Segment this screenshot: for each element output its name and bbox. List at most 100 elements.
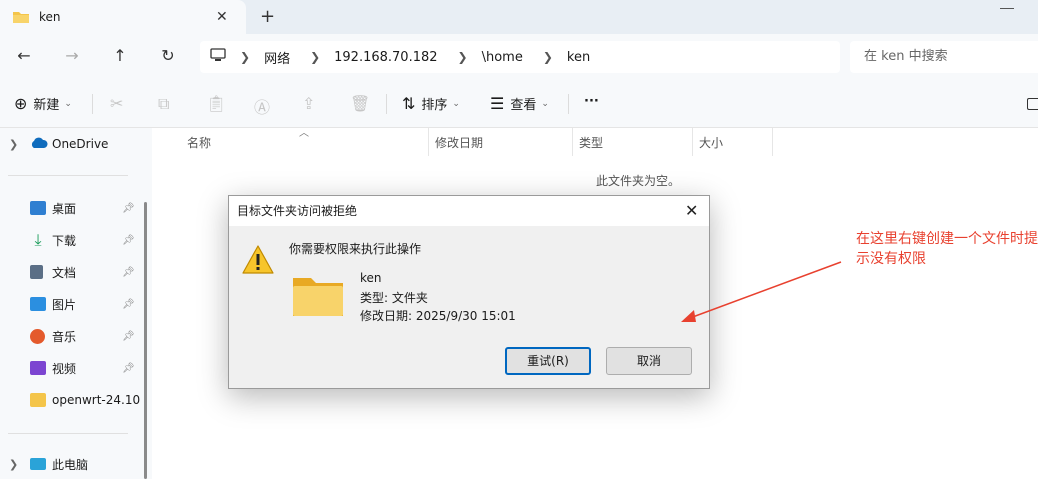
- minimize-icon[interactable]: [1000, 8, 1014, 9]
- search-input[interactable]: 在 ken 中搜索: [850, 41, 1038, 73]
- view-button[interactable]: ☰ 查看 ⌄: [490, 94, 549, 113]
- sidebar-item-downloads[interactable]: ⤓ 下载 📌︎: [0, 229, 150, 251]
- folder-modified-date: 修改日期: 2025/9/30 15:01: [360, 309, 516, 323]
- pin-icon[interactable]: 📌︎: [122, 331, 135, 342]
- pictures-icon: [30, 297, 46, 311]
- chevron-right-icon: ❯: [9, 137, 19, 151]
- document-icon: [30, 265, 43, 279]
- pin-icon[interactable]: 📌︎: [122, 299, 135, 310]
- new-label: 新建: [33, 98, 60, 113]
- folder-icon: [12, 10, 30, 24]
- cancel-button[interactable]: 取消: [606, 347, 692, 375]
- computer-icon: [30, 458, 46, 470]
- retry-button[interactable]: 重试(R): [505, 347, 591, 375]
- chevron-right-icon: ❯: [542, 50, 553, 64]
- scissors-icon: ✂: [110, 94, 124, 113]
- breadcrumb-ken[interactable]: ken: [567, 50, 590, 65]
- folder-icon: [291, 274, 345, 321]
- chevron-down-icon: ⌄: [541, 98, 549, 109]
- close-icon[interactable]: ✕: [216, 9, 228, 25]
- pin-icon[interactable]: 📌︎: [122, 267, 135, 278]
- divider: [568, 94, 569, 114]
- cloud-icon: [30, 137, 48, 151]
- chevron-right-icon: ❯: [310, 50, 321, 64]
- computer-icon: [210, 48, 226, 66]
- forward-button[interactable]: →: [62, 46, 82, 65]
- sort-label: 排序: [421, 98, 448, 113]
- chevron-down-icon: ⌄: [64, 98, 72, 109]
- pin-icon[interactable]: 📌︎: [122, 363, 135, 374]
- copy-icon: ⧉: [158, 94, 170, 113]
- column-header-date[interactable]: 修改日期: [435, 128, 483, 156]
- sort-button[interactable]: ⇅ 排序 ⌄: [402, 94, 460, 113]
- divider: [8, 175, 128, 176]
- share-icon: ⇪: [302, 94, 316, 113]
- sidebar-item-label: 桌面: [52, 201, 77, 216]
- breadcrumb-network[interactable]: 网络: [264, 48, 290, 67]
- title-bar: ken ✕ +: [0, 0, 1038, 34]
- sidebar-item-label: 文档: [52, 265, 77, 280]
- sort-ascending-icon: ︿: [299, 128, 309, 139]
- pin-icon[interactable]: 📌︎: [122, 203, 135, 214]
- cut-button[interactable]: ✂: [110, 94, 129, 113]
- delete-button[interactable]: 🗑︎: [350, 94, 376, 113]
- sidebar-item-pictures[interactable]: 图片 📌︎: [0, 293, 150, 315]
- annotation-arrow: [681, 261, 842, 322]
- sidebar-scrollbar[interactable]: [144, 202, 147, 479]
- sidebar-item-videos[interactable]: 视频 📌︎: [0, 357, 150, 379]
- command-bar: ⊕ 新建 ⌄ ✂ ⧉ 📋︎ Ⓐ ⇪ 🗑︎ ⇅ 排序 ⌄ ☰ 查看 ⌄ ···: [0, 80, 1038, 128]
- desktop-icon: [30, 201, 46, 215]
- column-divider[interactable]: [772, 128, 773, 156]
- view-label: 查看: [510, 98, 537, 113]
- sidebar-item-this-pc[interactable]: ❯ 此电脑: [0, 453, 150, 475]
- navigation-bar: ← → ↑ ↻ ❯ 网络 ❯ 192.168.70.182 ❯ \home ❯ …: [0, 34, 1038, 80]
- sidebar-item-label: 图片: [52, 297, 77, 312]
- tab-ken[interactable]: ken ✕: [0, 0, 246, 34]
- annotation-text: 在这里右键创建一个文件时提示没有权限: [856, 231, 1038, 267]
- back-button[interactable]: ←: [14, 46, 34, 65]
- sidebar-item-label: 此电脑: [52, 457, 89, 472]
- clipboard-icon: 📋︎: [206, 94, 227, 113]
- breadcrumb-home[interactable]: \home: [482, 50, 523, 65]
- divider: [386, 94, 387, 114]
- rename-icon: Ⓐ: [254, 98, 271, 117]
- chevron-right-icon: ❯: [240, 50, 251, 64]
- column-header-size[interactable]: 大小: [699, 128, 723, 156]
- sidebar-item-music[interactable]: 音乐 📌︎: [0, 325, 150, 347]
- new-button[interactable]: ⊕ 新建 ⌄: [14, 94, 72, 113]
- sidebar-item-label: openwrt-24.10: [52, 393, 141, 407]
- address-bar[interactable]: ❯ 网络 ❯ 192.168.70.182 ❯ \home ❯ ken: [200, 41, 840, 73]
- column-header-type[interactable]: 类型: [579, 128, 603, 156]
- plus-circle-icon: ⊕: [14, 94, 28, 113]
- rename-button[interactable]: Ⓐ: [254, 94, 276, 118]
- tab-label: ken: [39, 10, 61, 24]
- sidebar-item-label: 视频: [52, 361, 77, 376]
- sidebar-item-onedrive[interactable]: ❯ OneDrive: [0, 133, 150, 155]
- up-button[interactable]: ↑: [110, 46, 130, 65]
- pin-icon[interactable]: 📌︎: [122, 235, 135, 246]
- sidebar-item-desktop[interactable]: 桌面 📌︎: [0, 197, 150, 219]
- copy-button[interactable]: ⧉: [158, 94, 175, 114]
- sidebar-item-label: 音乐: [52, 329, 77, 344]
- navigation-pane: ❯ OneDrive 桌面 📌︎ ⤓ 下载 📌︎ 文档 📌︎ 图片 📌︎ 音乐 …: [0, 128, 152, 479]
- column-divider[interactable]: [428, 128, 429, 156]
- details-pane-icon[interactable]: [1027, 98, 1038, 110]
- column-divider[interactable]: [572, 128, 573, 156]
- new-tab-button[interactable]: +: [260, 6, 275, 27]
- trash-icon: 🗑︎: [350, 94, 371, 113]
- access-denied-dialog: 目标文件夹访问被拒绝 ✕ 你需要权限来执行此操作 ken 类型: 文件夹 修改日…: [228, 195, 710, 389]
- refresh-button[interactable]: ↻: [158, 46, 178, 65]
- sidebar-item-openwrt[interactable]: openwrt-24.10: [0, 389, 150, 411]
- close-icon[interactable]: ✕: [685, 201, 698, 220]
- more-button[interactable]: ···: [584, 94, 599, 109]
- share-button[interactable]: ⇪: [302, 94, 321, 113]
- divider: [92, 94, 93, 114]
- sidebar-item-label: OneDrive: [52, 137, 109, 151]
- folder-icon: [30, 393, 46, 407]
- music-icon: [30, 328, 45, 344]
- paste-button[interactable]: 📋︎: [206, 94, 232, 113]
- column-divider[interactable]: [692, 128, 693, 156]
- sidebar-item-documents[interactable]: 文档 📌︎: [0, 261, 150, 283]
- column-header-name[interactable]: 名称: [187, 128, 211, 156]
- breadcrumb-host[interactable]: 192.168.70.182: [334, 50, 437, 65]
